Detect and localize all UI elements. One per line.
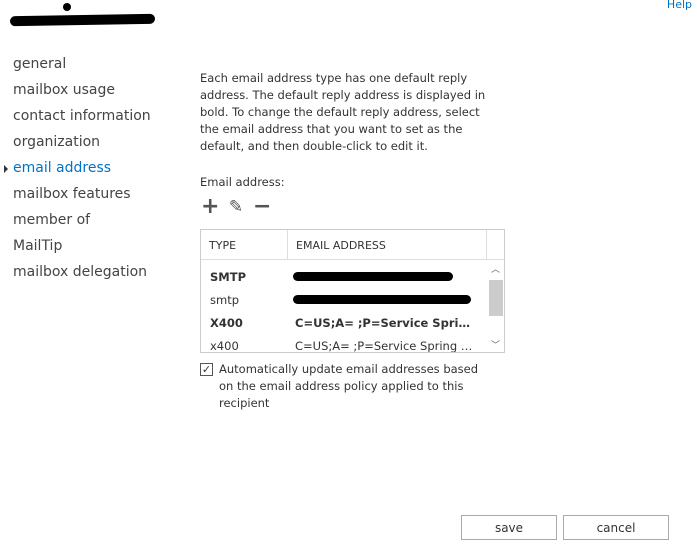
auto-update-label: Automatically update email addresses bas… <box>219 362 479 410</box>
nav-organization[interactable]: organization <box>13 134 151 160</box>
nav-mailbox-delegation[interactable]: mailbox delegation <box>13 264 151 290</box>
toolbar: + ✎ − <box>201 196 271 218</box>
address-cell: C=US;A= ;P=Service Spring C;O=... <box>295 338 477 353</box>
email-address-label: Email address: <box>200 175 285 189</box>
email-address-table: TYPE EMAIL ADDRESS SMTP smtp X400 C=US;A=… <box>200 229 505 353</box>
type-cell: x400 <box>210 338 239 353</box>
scrollbar-thumb[interactable] <box>489 280 503 316</box>
type-cell: X400 <box>210 315 243 330</box>
table-row[interactable]: SMTP <box>201 265 491 288</box>
column-type[interactable]: TYPE <box>201 230 288 259</box>
remove-icon[interactable]: − <box>253 196 271 218</box>
nav-contact-information[interactable]: contact information <box>13 108 151 134</box>
nav-mailbox-features[interactable]: mailbox features <box>13 186 151 212</box>
description-text: Each email address type has one default … <box>200 71 486 153</box>
table-row[interactable]: smtp <box>201 288 491 311</box>
scrollbar[interactable]: ︿ ﹀ <box>488 260 504 352</box>
scroll-down-icon[interactable]: ﹀ <box>491 338 500 351</box>
redacted-title <box>9 13 156 27</box>
redacted-address <box>293 272 453 281</box>
cancel-button[interactable]: cancel <box>563 515 669 540</box>
scroll-up-icon[interactable]: ︿ <box>491 262 500 275</box>
save-button[interactable]: save <box>461 515 557 540</box>
nav-mailbox-usage[interactable]: mailbox usage <box>13 82 151 108</box>
table-header: TYPE EMAIL ADDRESS <box>201 230 504 260</box>
nav-email-address[interactable]: email address <box>4 160 151 186</box>
table-row[interactable]: X400 C=US;A= ;P=Service Spring C;O... <box>201 311 491 334</box>
edit-icon[interactable]: ✎ <box>227 197 245 217</box>
nav-member-of[interactable]: member of <box>13 212 151 238</box>
table-row[interactable]: x400 C=US;A= ;P=Service Spring C;O=... <box>201 334 491 353</box>
help-link[interactable]: Help <box>667 0 692 11</box>
type-cell: smtp <box>210 292 240 307</box>
type-cell: SMTP <box>210 269 246 284</box>
nav-mailtip[interactable]: MailTip <box>13 238 151 264</box>
add-icon[interactable]: + <box>201 196 219 218</box>
redaction-mark <box>63 3 71 11</box>
redacted-address <box>293 295 471 304</box>
column-email-address[interactable]: EMAIL ADDRESS <box>288 230 487 259</box>
checkbox-icon[interactable]: ✓ <box>200 363 213 376</box>
address-cell: C=US;A= ;P=Service Spring C;O... <box>295 315 477 330</box>
auto-update-checkbox[interactable]: ✓ Automatically update email addresses b… <box>200 361 489 412</box>
nav-general[interactable]: general <box>13 56 151 82</box>
sidebar-nav: general mailbox usage contact informatio… <box>4 56 151 290</box>
